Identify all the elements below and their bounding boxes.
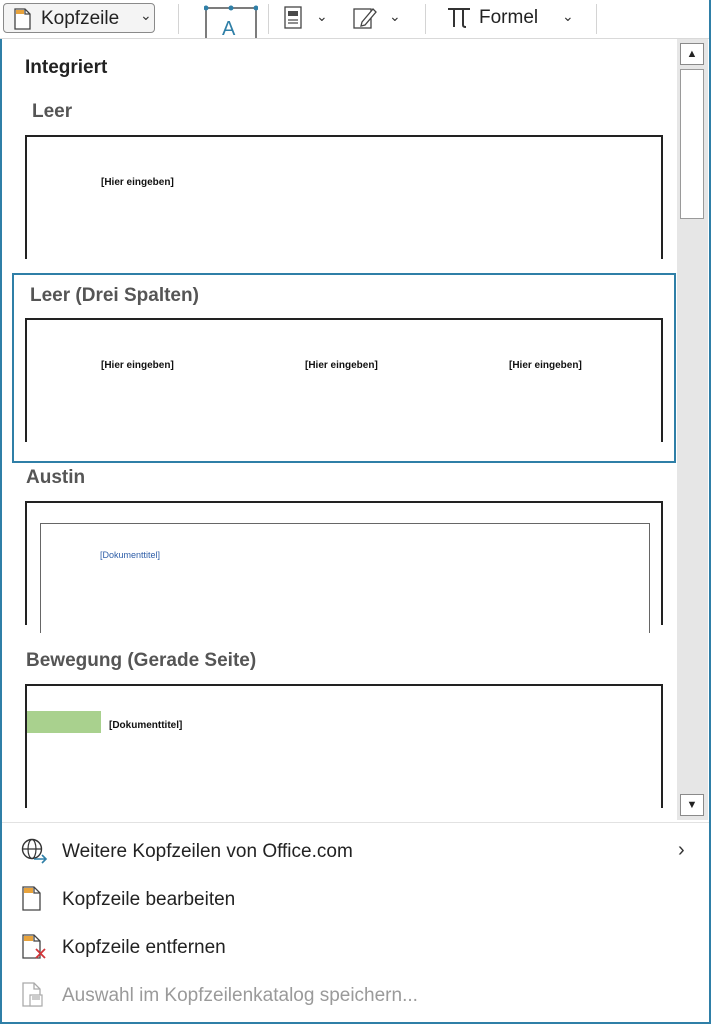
- header-save-icon: [20, 982, 46, 1013]
- gallery-item-austin[interactable]: [Dokumenttitel]: [25, 501, 663, 633]
- equation-icon[interactable]: [446, 5, 472, 34]
- header-edit-icon: [20, 886, 44, 917]
- formula-button-label[interactable]: Formel: [479, 7, 538, 29]
- header-page-icon: [12, 8, 32, 35]
- menu-item-label: Auswahl im Kopfzeilenkatalog speichern..…: [62, 985, 418, 1006]
- menu-item-label: Kopfzeile entfernen: [62, 937, 226, 958]
- gallery-scrollbar[interactable]: ▲ ▼: [677, 39, 708, 820]
- placeholder-text: [Dokumenttitel]: [100, 550, 161, 560]
- section-title: Integriert: [25, 57, 108, 78]
- toolbar-divider: [596, 4, 597, 34]
- scroll-thumb[interactable]: [680, 69, 704, 219]
- menu-item-label: Kopfzeile bearbeiten: [62, 889, 236, 910]
- toolbar-divider: [425, 4, 426, 34]
- chevron-right-icon: ›: [678, 839, 685, 861]
- header-gallery: Integriert Leer [Hier eingeben] Leer (Dr…: [2, 39, 677, 820]
- gallery-item-title[interactable]: Leer: [32, 101, 72, 123]
- gallery-item-title[interactable]: Bewegung (Gerade Seite): [26, 650, 256, 672]
- gallery-item-leer-drei-spalten[interactable]: [Hier eingeben] [Hier eingeben] [Hier ei…: [25, 318, 663, 442]
- placeholder-text: [Dokumenttitel]: [109, 720, 183, 731]
- gallery-item-bewegung[interactable]: [Dokumenttitel]: [25, 684, 663, 808]
- placeholder-text: [Hier eingeben]: [305, 360, 378, 371]
- signature-line-icon[interactable]: [352, 6, 378, 35]
- header-remove-icon: [20, 934, 48, 965]
- gallery-item-title[interactable]: Austin: [26, 467, 85, 489]
- globe-icon: [20, 838, 48, 869]
- scroll-up-button[interactable]: ▲: [680, 43, 704, 65]
- chevron-down-icon[interactable]: ⌄: [389, 8, 401, 25]
- austin-frame: [Dokumenttitel]: [40, 523, 650, 633]
- gallery-item-title[interactable]: Leer (Drei Spalten): [30, 285, 199, 307]
- menu-item-remove-header[interactable]: Kopfzeile entfernen: [2, 924, 709, 968]
- header-button-label: Kopfzeile: [41, 8, 120, 29]
- menu-item-more-headers[interactable]: Weitere Kopfzeilen von Office.com ›: [2, 828, 709, 872]
- gallery-item-leer[interactable]: [Hier eingeben]: [25, 135, 663, 259]
- placeholder-text: [Hier eingeben]: [101, 360, 174, 371]
- text-box-icon[interactable]: A: [203, 4, 259, 49]
- svg-text:A: A: [222, 18, 236, 38]
- chevron-down-icon: ⌄: [140, 7, 152, 23]
- placeholder-text: [Hier eingeben]: [101, 177, 174, 188]
- menu-item-label: Weitere Kopfzeilen von Office.com: [62, 841, 353, 862]
- menu-item-save-selection: Auswahl im Kopfzeilenkatalog speichern..…: [2, 972, 709, 1016]
- quick-parts-icon[interactable]: [283, 6, 305, 35]
- header-menu: Weitere Kopfzeilen von Office.com › Kopf…: [2, 822, 709, 1021]
- chevron-down-icon[interactable]: ⌄: [562, 8, 574, 25]
- accent-bar: [27, 711, 101, 733]
- header-dropdown-button[interactable]: Kopfzeile ⌄: [3, 3, 155, 33]
- ribbon-toolbar: Kopfzeile ⌄ A ⌄ ⌄ Formel ⌄: [0, 0, 709, 49]
- toolbar-divider: [268, 4, 269, 34]
- scroll-down-button[interactable]: ▼: [680, 794, 704, 816]
- placeholder-text: [Hier eingeben]: [509, 360, 582, 371]
- menu-item-edit-header[interactable]: Kopfzeile bearbeiten: [2, 876, 709, 920]
- chevron-down-icon[interactable]: ⌄: [316, 8, 328, 25]
- toolbar-divider: [178, 4, 179, 34]
